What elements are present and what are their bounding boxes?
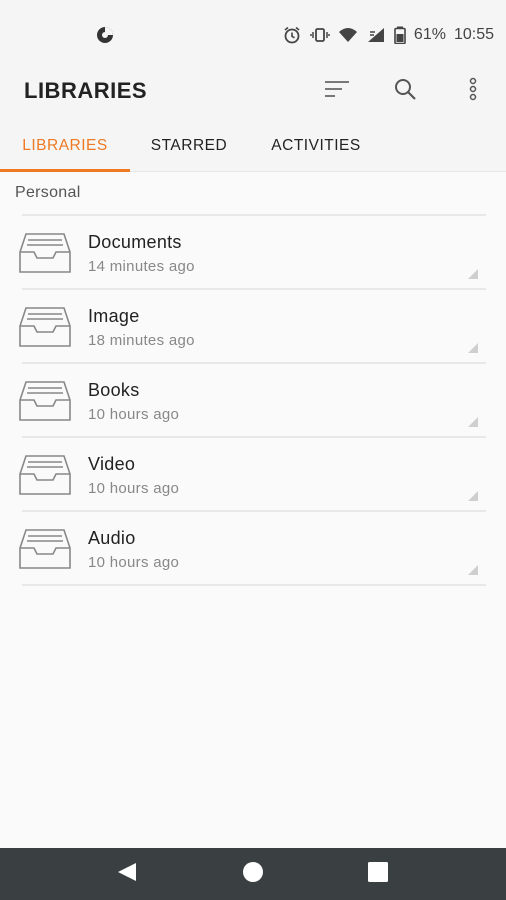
system-nav-bar [0,848,506,900]
search-icon [393,77,417,106]
more-vert-icon [468,77,478,106]
library-content: Personal Documents 14 minutes ago Image … [0,172,506,848]
app-bar: LIBRARIES [0,60,506,120]
tray-icon [18,454,72,496]
library-modified-time: 10 hours ago [88,480,180,497]
library-name: Books [88,380,140,400]
home-button[interactable] [241,861,265,888]
battery-icon [394,26,406,45]
tab-activities[interactable]: ACTIVITIES [256,120,376,172]
clock: 10:55 [453,26,494,43]
wifi-icon [338,26,358,44]
library-name: Audio [88,528,136,548]
tray-icon [18,306,72,348]
vibrate-icon [310,26,330,44]
tray-icon [18,528,72,570]
corner-triangle-icon [468,488,478,501]
tray-icon [18,380,72,422]
section-header: Personal [15,184,81,201]
library-modified-time: 14 minutes ago [88,258,195,275]
library-name: Documents [88,232,182,252]
recents-button[interactable] [366,861,390,887]
corner-triangle-icon [468,266,478,279]
data-saver-icon [96,26,114,44]
tab-label: LIBRARIES [22,137,108,154]
library-item-video[interactable]: Video 10 hours ago [0,438,506,512]
tab-libraries[interactable]: LIBRARIES [0,120,130,172]
back-icon [116,862,138,887]
tab-starred[interactable]: STARRED [138,120,240,172]
tray-icon [18,232,72,274]
corner-triangle-icon [468,414,478,427]
library-item-books[interactable]: Books 10 hours ago [0,364,506,438]
corner-triangle-icon [468,562,478,575]
back-button[interactable] [115,862,139,886]
recents-icon [368,861,388,887]
library-name: Image [88,306,140,326]
library-modified-time: 18 minutes ago [88,332,195,349]
more-options-button[interactable] [458,76,488,106]
library-name: Video [88,454,136,474]
tab-bar: LIBRARIES STARRED ACTIVITIES [0,120,506,172]
status-bar: 61% 10:55 [0,0,506,60]
page-title: LIBRARIES [24,78,148,103]
library-item-documents[interactable]: Documents 14 minutes ago [0,216,506,290]
library-item-image[interactable]: Image 18 minutes ago [0,290,506,364]
tab-label: STARRED [150,137,228,154]
library-modified-time: 10 hours ago [88,406,180,423]
signal-icon [366,26,386,44]
search-button[interactable] [390,76,420,106]
tab-label: ACTIVITIES [271,137,361,154]
status-icons: 61% 10:55 [282,24,494,46]
library-list: Documents 14 minutes ago Image 18 minute… [0,216,506,586]
library-item-audio[interactable]: Audio 10 hours ago [0,512,506,586]
battery-percent: 61% [413,26,446,43]
corner-triangle-icon [468,340,478,353]
alarm-icon [282,26,302,44]
library-modified-time: 10 hours ago [88,554,180,571]
divider [22,584,486,586]
sort-button[interactable] [322,76,352,106]
home-icon [242,861,264,888]
sort-icon [324,80,350,103]
